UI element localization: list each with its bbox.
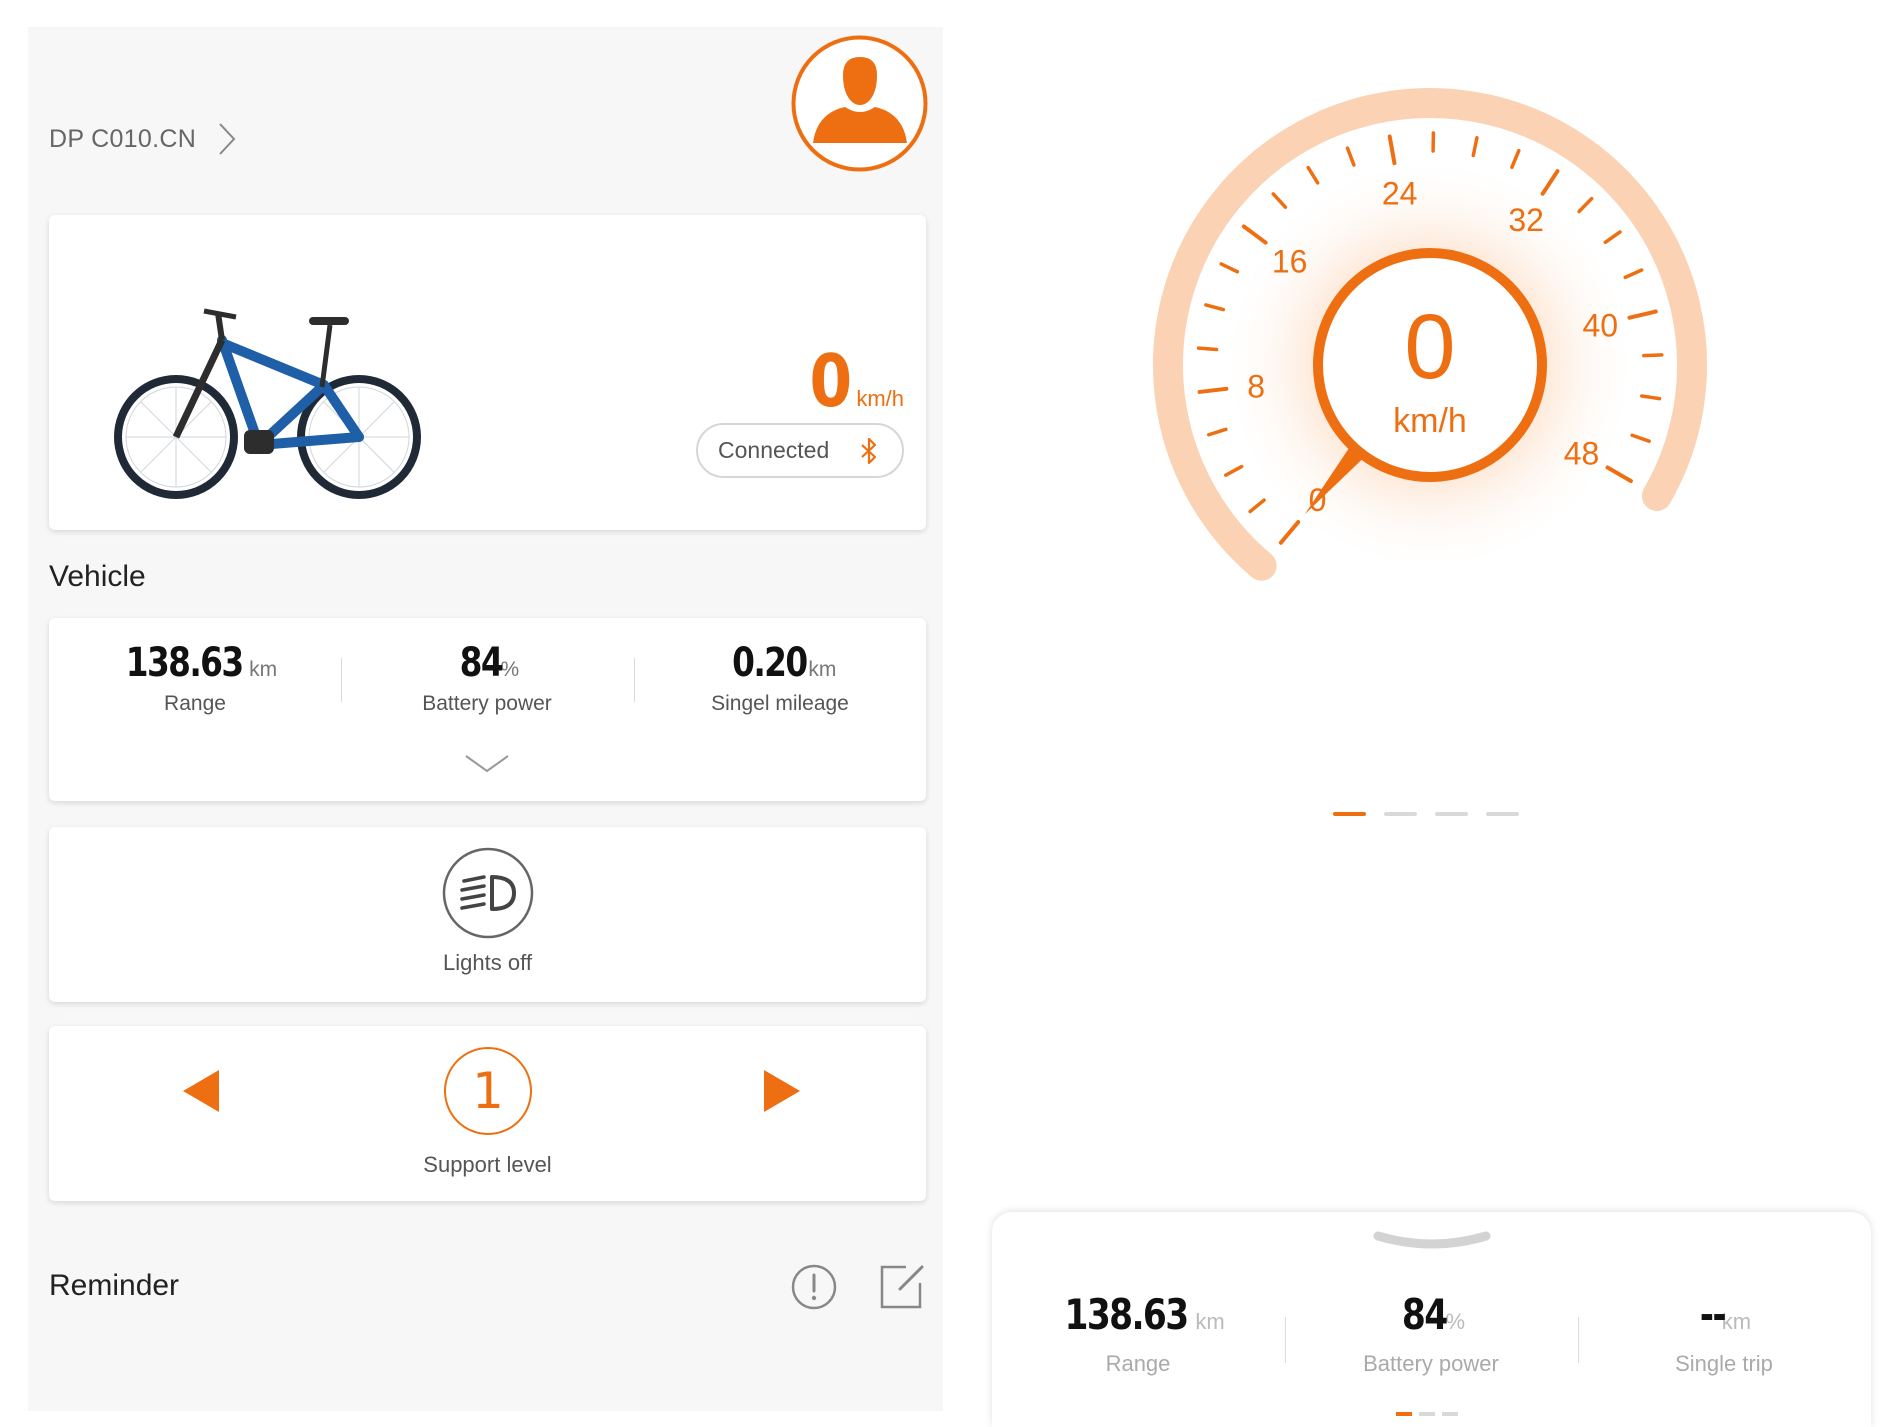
gauge-tick	[1642, 353, 1664, 358]
single-mileage-label: Singel mileage	[711, 692, 849, 715]
lights-card[interactable]: Lights off	[49, 827, 926, 1002]
connection-status-label: Connected	[718, 437, 830, 463]
edit-icon[interactable]	[878, 1261, 926, 1311]
gauge-tick	[1345, 146, 1356, 167]
range-label: Range	[164, 692, 226, 715]
sheet-single-trip-value: --	[1699, 1290, 1727, 1339]
decrease-level-button[interactable]	[181, 1068, 221, 1114]
support-level-label: Support level	[423, 1152, 552, 1177]
sheet-page-dot	[1442, 1412, 1458, 1416]
gauge-speed-unit: km/h	[1393, 402, 1467, 440]
gauge-tick	[1241, 224, 1268, 245]
speed-unit: km/h	[856, 386, 904, 411]
gauge-tick	[1603, 230, 1622, 245]
single-mileage-stat: 0.20 km Singel mileage	[634, 640, 926, 716]
gauge-tick-label: 40	[1582, 308, 1618, 344]
gauge-tick	[1510, 148, 1521, 170]
connection-status-button[interactable]: Connected	[696, 423, 904, 478]
gauge-tick	[1471, 136, 1479, 158]
gauge-tick	[1306, 165, 1320, 185]
bottom-stats-sheet[interactable]: 138.63 km Range 84 % Battery power -- km…	[992, 1212, 1871, 1427]
gauge-tick	[1271, 192, 1288, 209]
device-selector[interactable]: DP C010.CN	[49, 122, 236, 156]
device-name: DP C010.CN	[49, 124, 197, 153]
range-stat: 138.63 km Range	[49, 640, 341, 716]
gauge-tick	[1605, 465, 1633, 483]
gauge-tick	[1540, 169, 1560, 196]
page-dot[interactable]	[1333, 812, 1366, 816]
gauge-tick	[1639, 394, 1662, 401]
single-mileage-value: 0.20	[731, 640, 808, 686]
gauge-tick-label: 16	[1272, 243, 1308, 279]
home-screen: DP C010.CN 0 km/h Connected Vehicle 138.…	[28, 27, 943, 1411]
sheet-single-trip-label: Single trip	[1675, 1351, 1773, 1376]
support-level-card: 1 Support level	[49, 1026, 926, 1201]
gauge-tick	[1278, 520, 1301, 545]
reminder-title: Reminder	[49, 1269, 180, 1302]
sheet-range-stat: 138.63 km Range	[992, 1290, 1284, 1377]
gauge-tick-label: 24	[1382, 176, 1418, 212]
gauge-speed-value: 0	[1404, 296, 1455, 398]
range-unit: km	[249, 658, 278, 681]
sheet-range-unit: km	[1195, 1309, 1225, 1334]
bike-image	[114, 308, 421, 499]
sheet-range-label: Range	[1105, 1351, 1171, 1376]
alert-circle-icon[interactable]	[790, 1263, 838, 1311]
chevron-down-icon[interactable]	[464, 753, 510, 775]
speed-value: 0	[809, 339, 853, 423]
reminder-row: Reminder	[49, 1257, 926, 1317]
sheet-single-trip-stat: -- km Single trip	[1578, 1290, 1870, 1377]
gauge-tick	[1196, 346, 1219, 352]
sheet-page-dot	[1419, 1412, 1435, 1416]
battery-unit: %	[500, 658, 520, 681]
gauge-tick-label: 8	[1247, 368, 1265, 404]
gauge-tick-label: 32	[1508, 202, 1544, 238]
gauge-tick	[1204, 303, 1226, 312]
battery-stat: 84 % Battery power	[341, 640, 633, 716]
headlight-icon[interactable]	[442, 847, 534, 939]
page-dot[interactable]	[1486, 812, 1519, 816]
bluetooth-icon	[861, 437, 877, 464]
vehicle-section-title: Vehicle	[49, 560, 146, 593]
page-indicator[interactable]	[1333, 812, 1519, 816]
range-value: 138.63	[125, 640, 244, 686]
increase-level-button[interactable]	[762, 1068, 802, 1114]
gauge-tick	[1623, 268, 1644, 280]
sheet-battery-unit: %	[1445, 1309, 1465, 1334]
sheet-handle-icon[interactable]	[1372, 1230, 1492, 1256]
chevron-right-icon	[219, 123, 236, 155]
current-speed-small: 0 km/h	[802, 345, 904, 417]
user-avatar-icon[interactable]	[791, 35, 928, 172]
speedometer-gauge: 081624324048 0 km/h	[1153, 88, 1707, 581]
gauge-tick	[1577, 196, 1594, 214]
vehicle-stats-card[interactable]: 138.63 km Range 84 % Battery power 0.20 …	[49, 618, 926, 801]
sheet-range-value: 138.63	[1064, 1290, 1190, 1339]
gauge-tick	[1219, 262, 1240, 274]
bike-card[interactable]: 0 km/h Connected	[49, 215, 926, 530]
page-dot[interactable]	[1384, 812, 1417, 816]
gauge-tick	[1630, 433, 1651, 443]
gauge-tick	[1248, 498, 1266, 514]
sheet-battery-label: Battery power	[1363, 1351, 1499, 1376]
battery-label: Battery power	[422, 692, 552, 715]
support-level-value: 1	[444, 1047, 532, 1135]
gauge-tick-label: 48	[1564, 436, 1600, 472]
app-stage: DP C010.CN 0 km/h Connected Vehicle 138.…	[0, 0, 1900, 1427]
page-dot[interactable]	[1435, 812, 1468, 816]
sheet-battery-value: 84	[1401, 1290, 1448, 1339]
single-mileage-unit: km	[808, 658, 837, 681]
gauge-tick	[1224, 464, 1244, 477]
sheet-battery-stat: 84 % Battery power	[1285, 1290, 1577, 1377]
lights-label: Lights off	[443, 950, 532, 975]
sheet-page-dot	[1396, 1412, 1412, 1416]
gauge-tick	[1206, 427, 1228, 437]
sheet-single-trip-unit: km	[1721, 1309, 1752, 1334]
battery-value: 84	[459, 640, 503, 686]
sheet-page-indicator	[1396, 1412, 1458, 1416]
